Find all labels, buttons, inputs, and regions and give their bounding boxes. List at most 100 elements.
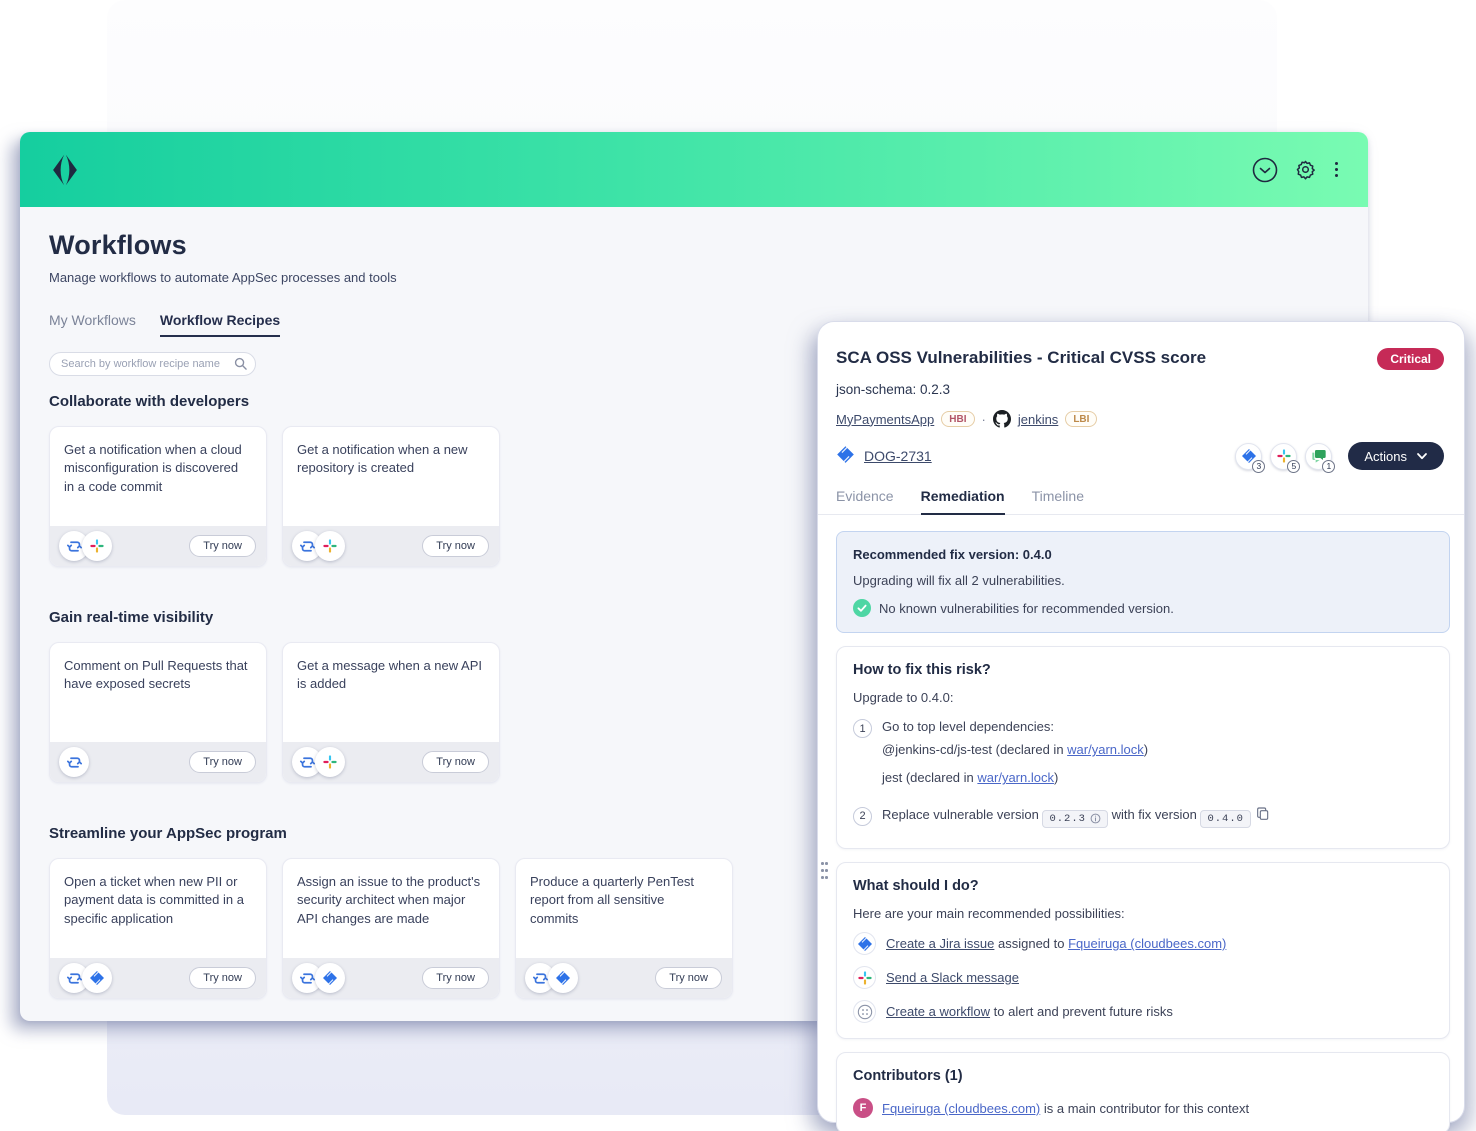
context-links-row: MyPaymentsApp HBI · jenkins LBI	[836, 410, 1444, 428]
recipe-description: Get a message when a new API is added	[283, 643, 499, 694]
search-icon	[234, 357, 247, 375]
try-now-button[interactable]: Try now	[422, 535, 489, 557]
slack-integration-chip[interactable]: 5	[1270, 443, 1297, 470]
inline-link[interactable]: Create a workflow	[886, 1004, 990, 1019]
remediation-content: Recommended fix version: 0.4.0 Upgrading…	[818, 515, 1464, 1131]
fix-step: 1 Go to top level dependencies: @jenkins-c…	[853, 718, 1433, 793]
try-now-button[interactable]: Try now	[189, 967, 256, 989]
slack-icon	[82, 531, 112, 561]
recipe-card: Assign an issue to the product's securit…	[282, 858, 500, 999]
panel-drag-handle[interactable]	[821, 862, 831, 883]
action-text: Send a Slack message	[886, 970, 1019, 985]
jira-icon	[82, 963, 112, 993]
recipe-card: Comment on Pull Requests that have expos…	[49, 642, 267, 783]
copy-icon[interactable]	[1255, 806, 1271, 822]
integration-chips: 3 51 Actions	[1235, 442, 1444, 470]
app-header-bar	[20, 132, 1368, 207]
recipe-card: Get a message when a new API is added Try…	[282, 642, 500, 783]
step-line: @jenkins-cd/js-test (declared in war/yar…	[882, 741, 1148, 759]
recipe-description: Comment on Pull Requests that have expos…	[50, 643, 266, 694]
contributor-row: F Fqueiruga (cloudbees.com) is a main co…	[853, 1098, 1433, 1118]
recommended-action-item: Create a workflow to alert and prevent f…	[853, 1000, 1433, 1023]
recommended-action-item: Send a Slack message	[853, 966, 1433, 989]
contributors-heading: Contributors (1)	[853, 1068, 1433, 1084]
settings-gear-icon[interactable]	[1295, 159, 1316, 180]
inline-link[interactable]: Send a Slack message	[886, 970, 1019, 985]
recipe-description: Produce a quarterly PenTest report from …	[516, 859, 732, 928]
try-now-button[interactable]: Try now	[422, 967, 489, 989]
application-link[interactable]: MyPaymentsApp	[836, 412, 934, 427]
how-to-fix-card: How to fix this risk? Upgrade to 0.4.0: …	[836, 646, 1450, 849]
inline-link[interactable]: war/yarn.lock	[977, 770, 1054, 785]
action-text: Create a Jira issue assigned to Fqueirug…	[886, 936, 1226, 951]
recipe-card: Get a notification when a cloud misconfi…	[49, 426, 267, 567]
recipe-description: Get a notification when a new repository…	[283, 427, 499, 478]
recommended-fix-note: No known vulnerabilities for recommended…	[879, 601, 1174, 616]
panel-tab-timeline[interactable]: Timeline	[1032, 488, 1084, 514]
inline-link[interactable]: war/yarn.lock	[1067, 742, 1144, 757]
slack-icon	[853, 966, 876, 989]
recipe-description: Open a ticket when new PII or payment da…	[50, 859, 266, 928]
try-now-button[interactable]: Try now	[655, 967, 722, 989]
jira-icon	[315, 963, 345, 993]
contributor-text: Fqueiruga (cloudbees.com) is a main cont…	[882, 1101, 1249, 1116]
inline-link[interactable]: Fqueiruga (cloudbees.com)	[882, 1101, 1040, 1116]
version-chip: 0.2.3	[1042, 810, 1108, 829]
separator-dot: ·	[982, 412, 986, 427]
app-logo-icon	[48, 151, 82, 189]
step-line: Go to top level dependencies:	[882, 718, 1148, 736]
check-circle-icon	[853, 599, 871, 617]
contributors-card: Contributors (1) F Fqueiruga (cloudbees.…	[836, 1052, 1450, 1131]
repository-link[interactable]: jenkins	[1018, 412, 1058, 427]
slack-icon	[315, 531, 345, 561]
page-subtitle: Manage workflows to automate AppSec proc…	[49, 270, 1368, 285]
recipe-card: Produce a quarterly PenTest report from …	[515, 858, 733, 999]
integration-count-badge: 5	[1287, 460, 1300, 473]
how-to-fix-intro: Upgrade to 0.4.0:	[853, 690, 1433, 705]
vulnerability-panel: SCA OSS Vulnerabilities - Critical CVSS …	[818, 322, 1464, 1122]
recipe-description: Get a notification when a cloud misconfi…	[50, 427, 266, 496]
try-now-button[interactable]: Try now	[189, 535, 256, 557]
action-text: Create a workflow to alert and prevent f…	[886, 1004, 1173, 1019]
jira-icon	[853, 932, 876, 955]
recommended-fix-body: Upgrading will fix all 2 vulnerabilities…	[853, 573, 1433, 588]
try-now-button[interactable]: Try now	[189, 751, 256, 773]
jira-icon	[548, 963, 578, 993]
search-input[interactable]	[49, 352, 256, 376]
panel-tab-evidence[interactable]: Evidence	[836, 488, 894, 514]
tab-my-workflows[interactable]: My Workflows	[49, 312, 136, 337]
tab-workflow-recipes[interactable]: Workflow Recipes	[160, 312, 280, 337]
ticket-row: DOG-2731 3 51 Actions	[836, 442, 1444, 470]
kebab-menu-icon[interactable]	[1333, 160, 1340, 179]
what-should-i-do-card: What should I do? Here are your main rec…	[836, 862, 1450, 1039]
contributor-avatar: F	[853, 1098, 873, 1118]
actions-button[interactable]: Actions	[1348, 442, 1444, 470]
try-now-button[interactable]: Try now	[422, 751, 489, 773]
how-to-fix-heading: How to fix this risk?	[853, 662, 1433, 678]
vulnerability-tabs: Evidence Remediation Timeline	[818, 470, 1464, 515]
page-title: Workflows	[49, 230, 1368, 261]
slack-icon	[315, 747, 345, 777]
recommended-action-item: Create a Jira issue assigned to Fqueirug…	[853, 932, 1433, 955]
cloudbees-icon	[59, 747, 89, 777]
fix-steps: 1 Go to top level dependencies: @jenkins-c…	[853, 718, 1433, 833]
version-chip: 0.4.0	[1200, 810, 1251, 829]
ticket-link[interactable]: DOG-2731	[864, 448, 932, 464]
inline-link[interactable]: Create a Jira issue	[886, 936, 994, 951]
what-should-i-do-intro: Here are your main recommended possibili…	[853, 906, 1433, 921]
inline-link[interactable]: Fqueiruga (cloudbees.com)	[1068, 936, 1226, 951]
package-version: json-schema: 0.2.3	[836, 382, 1444, 397]
vulnerability-title: SCA OSS Vulnerabilities - Critical CVSS …	[836, 348, 1206, 368]
comments-integration-chip[interactable]: 1	[1305, 443, 1332, 470]
repo-risk-badge: LBI	[1065, 411, 1097, 427]
app-risk-badge: HBI	[941, 411, 974, 427]
jira-integration-chip[interactable]: 3	[1235, 443, 1262, 470]
vulnerability-header: SCA OSS Vulnerabilities - Critical CVSS …	[818, 322, 1464, 470]
jira-icon	[836, 445, 855, 467]
step-number: 1	[853, 719, 872, 738]
info-icon[interactable]	[1090, 813, 1101, 824]
github-icon	[993, 410, 1011, 428]
workflow-search	[49, 352, 256, 376]
panel-tab-remediation[interactable]: Remediation	[921, 488, 1005, 515]
user-menu-chevron-icon[interactable]	[1252, 157, 1278, 183]
